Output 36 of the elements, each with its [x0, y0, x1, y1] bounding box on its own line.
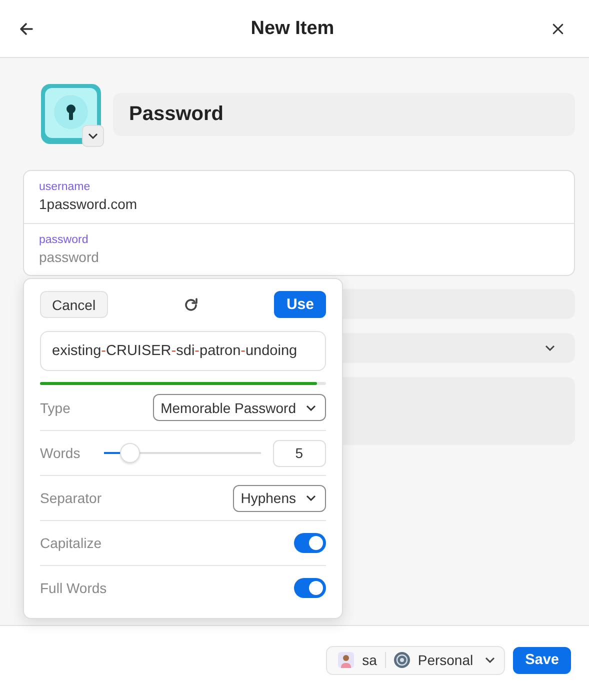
option-label: Words	[40, 445, 80, 461]
cancel-button[interactable]: Cancel	[40, 291, 108, 318]
keyhole-icon	[41, 84, 101, 144]
input-field[interactable]: password	[39, 248, 559, 266]
option-label: Separator	[40, 490, 102, 506]
toggle-switch[interactable]	[294, 578, 326, 598]
vault-icon	[394, 652, 410, 668]
slider-handle[interactable]	[120, 443, 140, 463]
field-label: password	[39, 233, 90, 248]
chevron-down-icon	[306, 404, 316, 410]
toggle-switch[interactable]	[294, 533, 326, 553]
save-button[interactable]: Save	[513, 646, 571, 674]
option-label: Type	[40, 400, 70, 416]
number-field[interactable]: 5	[273, 440, 326, 466]
person-icon	[338, 652, 354, 668]
dropdown[interactable]: Memorable Password	[152, 394, 326, 421]
chevron-down-icon	[88, 133, 98, 139]
vault-name: Personal	[418, 652, 474, 668]
refresh-icon[interactable]	[183, 296, 200, 312]
back-arrow-icon[interactable]	[18, 20, 34, 36]
field-label: username	[39, 180, 92, 195]
chevron-down-icon	[545, 345, 555, 351]
option-label: Capitalize	[40, 535, 102, 551]
title-field[interactable]: Password	[113, 92, 575, 136]
vault-selector[interactable]: sa Personal	[326, 646, 506, 674]
icon-dropdown-button[interactable]	[82, 125, 104, 147]
window-title: New Item	[250, 18, 334, 40]
account-name: sa	[362, 652, 377, 668]
chevron-down-icon	[306, 495, 316, 501]
chevron-down-icon	[485, 657, 496, 663]
use-button[interactable]: Use	[274, 291, 326, 318]
generated-password-field[interactable]: existing-CRUISER-sdi-patron-undoing	[40, 331, 326, 371]
input-field[interactable]: 1password.com	[39, 195, 559, 213]
close-icon[interactable]	[550, 22, 565, 36]
option-label: Full Words	[40, 580, 107, 596]
dropdown[interactable]: Hyphens	[232, 484, 326, 512]
